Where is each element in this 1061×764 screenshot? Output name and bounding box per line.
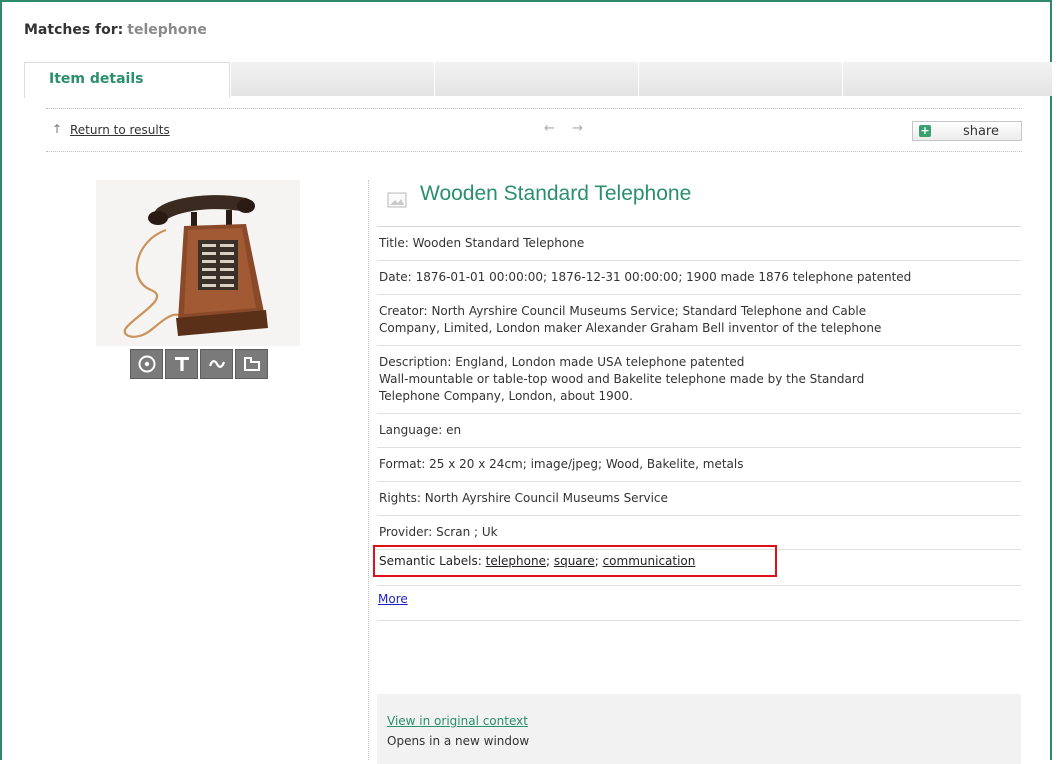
semantic-tag-telephone[interactable]: telephone (486, 554, 546, 568)
field-value: Wooden Standard Telephone (412, 236, 585, 250)
more-row: More (377, 586, 1021, 621)
matches-query: telephone (127, 22, 207, 38)
tab-item-details-label: Item details (49, 71, 144, 87)
tab-2[interactable] (230, 62, 434, 96)
item-title: Wooden Standard Telephone (420, 182, 692, 205)
field-value: 25 x 20 x 24cm; image/jpeg; Wood, Bakeli… (429, 457, 744, 471)
text-icon[interactable] (165, 349, 198, 379)
image-icon (387, 192, 407, 212)
results-nav: ↑ Return to results ← → + share (46, 108, 1022, 152)
plus-icon: + (919, 124, 931, 137)
field-title: Title: Wooden Standard Telephone (377, 227, 1021, 261)
folder-icon[interactable] (235, 349, 268, 379)
next-arrow-icon[interactable]: → (572, 121, 583, 136)
previous-arrow-icon[interactable]: ← (544, 121, 555, 136)
image-toolbar (130, 349, 268, 379)
item-thumbnail[interactable] (96, 180, 300, 346)
field-value: en (446, 423, 462, 437)
semantic-labels-label: Semantic Labels: (379, 554, 482, 568)
semantic-labels: Semantic Labels: telephone; square; comm… (379, 554, 696, 568)
share-label: share (962, 124, 999, 139)
field-label: Rights: (379, 491, 421, 505)
field-label: Language: (379, 423, 443, 437)
semantic-tag-square[interactable]: square (554, 554, 595, 568)
field-description: Description: England, London made USA te… (377, 346, 1021, 414)
field-value: Scran ; Uk (436, 525, 498, 539)
zoom-target-icon[interactable] (130, 349, 163, 379)
field-label: Date: (379, 270, 412, 284)
semantic-labels-row: Semantic Labels: telephone; square; comm… (373, 545, 1021, 586)
matches-label: Matches for: (24, 22, 124, 38)
return-to-results-link[interactable]: Return to results (70, 123, 170, 137)
arrow-up-icon: ↑ (52, 122, 63, 136)
more-link[interactable]: More (378, 592, 408, 606)
tab-bar: Item details (24, 62, 1052, 98)
semantic-tag-communication[interactable]: communication (603, 554, 696, 568)
telephone-image (96, 180, 300, 346)
field-format: Format: 25 x 20 x 24cm; image/jpeg; Wood… (377, 448, 1021, 482)
matches-header: Matches for: telephone (24, 22, 207, 38)
field-label: Title: (379, 236, 409, 250)
field-value: England, London made USA telephone paten… (379, 355, 865, 403)
field-label: Description: (379, 355, 452, 369)
field-creator: Creator: North Ayrshire Council Museums … (377, 295, 1021, 346)
item-details-panel: Wooden Standard Telephone Title: Wooden … (373, 176, 1021, 621)
tab-4[interactable] (638, 62, 842, 96)
field-value: 1876-01-01 00:00:00; 1876-12-31 00:00:00… (415, 270, 912, 284)
item-title-row: Wooden Standard Telephone (377, 176, 1021, 227)
view-original-context-link[interactable]: View in original context (387, 714, 528, 728)
share-button[interactable]: + share (912, 121, 1022, 141)
tab-5[interactable] (842, 62, 1052, 96)
tab-3[interactable] (434, 62, 638, 96)
field-date: Date: 1876-01-01 00:00:00; 1876-12-31 00… (377, 261, 1021, 295)
field-value: North Ayrshire Council Museums Service (424, 491, 668, 505)
field-language: Language: en (377, 414, 1021, 448)
original-context-box: View in original context Opens in a new … (377, 694, 1021, 764)
tab-item-details[interactable]: Item details (24, 62, 230, 98)
new-window-note: Opens in a new window (387, 734, 530, 748)
field-label: Provider: (379, 525, 433, 539)
field-label: Format: (379, 457, 426, 471)
wave-icon[interactable] (200, 349, 233, 379)
field-value: North Ayrshire Council Museums Service; … (379, 304, 882, 335)
field-rights: Rights: North Ayrshire Council Museums S… (377, 482, 1021, 516)
field-label: Creator: (379, 304, 428, 318)
vertical-divider (368, 180, 369, 760)
